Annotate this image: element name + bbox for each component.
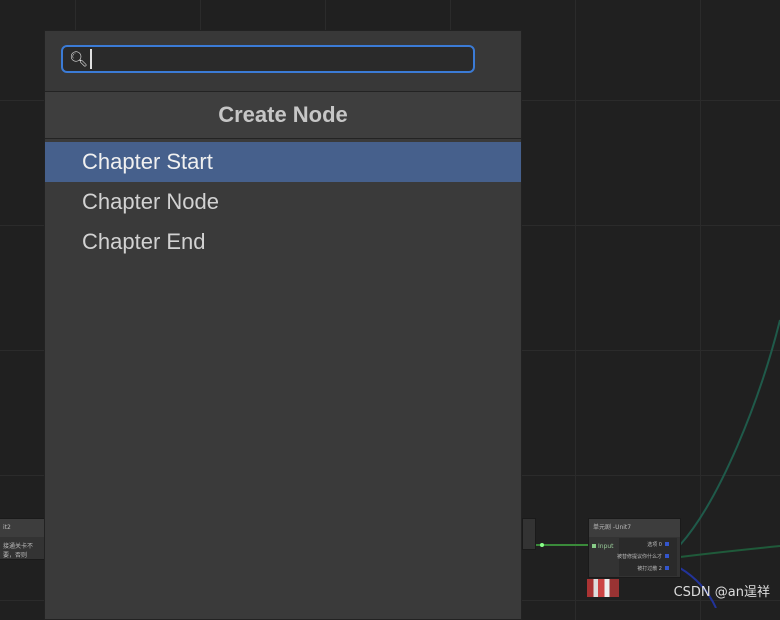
panel-title: Create Node xyxy=(45,92,521,139)
input-port-label: Input xyxy=(598,543,614,550)
input-port[interactable]: Input xyxy=(592,543,614,550)
output-port-label: 被替修提议你什么才 xyxy=(616,554,662,560)
output-port[interactable]: 被替修提议你什么才 xyxy=(617,553,669,560)
node-text: 接通关卡不要，否则 xyxy=(3,543,34,559)
output-port-label: 选项 0 xyxy=(647,542,662,548)
text-caret xyxy=(90,49,92,69)
create-node-panel: 🔍︎ Create Node Chapter Start Chapter Nod… xyxy=(44,30,522,620)
node-thumbnail xyxy=(587,579,619,597)
output-port[interactable]: 被打过散 2 xyxy=(637,565,669,572)
search-area: 🔍︎ xyxy=(45,31,521,92)
graph-node-left[interactable]: it2 接通关卡不要，否则 xyxy=(0,518,48,560)
watermark: CSDN @an逞祥 xyxy=(673,585,770,600)
output-port-label: 被打过散 2 xyxy=(637,566,662,572)
graph-node-right[interactable]: 单元剧 -Unit7 Input 选项 0 被替修提议你什么才 被打过散 2 xyxy=(588,518,681,578)
search-input[interactable] xyxy=(89,50,469,68)
node-title: 单元剧 -Unit7 xyxy=(589,519,680,537)
node-title: it2 xyxy=(0,519,47,537)
output-port[interactable]: 选项 0 xyxy=(647,541,669,548)
search-icon: 🔍︎ xyxy=(69,50,89,68)
list-item-chapter-start[interactable]: Chapter Start xyxy=(45,142,521,182)
output-ports-area: 选项 0 被替修提议你什么才 被打过散 2 xyxy=(617,538,677,576)
list-item-chapter-node[interactable]: Chapter Node xyxy=(45,182,521,222)
graph-node-middle[interactable] xyxy=(522,518,536,550)
list-item-chapter-end[interactable]: Chapter End xyxy=(45,222,521,262)
node-list: Chapter Start Chapter Node Chapter End xyxy=(45,139,521,262)
search-box[interactable]: 🔍︎ xyxy=(61,45,475,73)
